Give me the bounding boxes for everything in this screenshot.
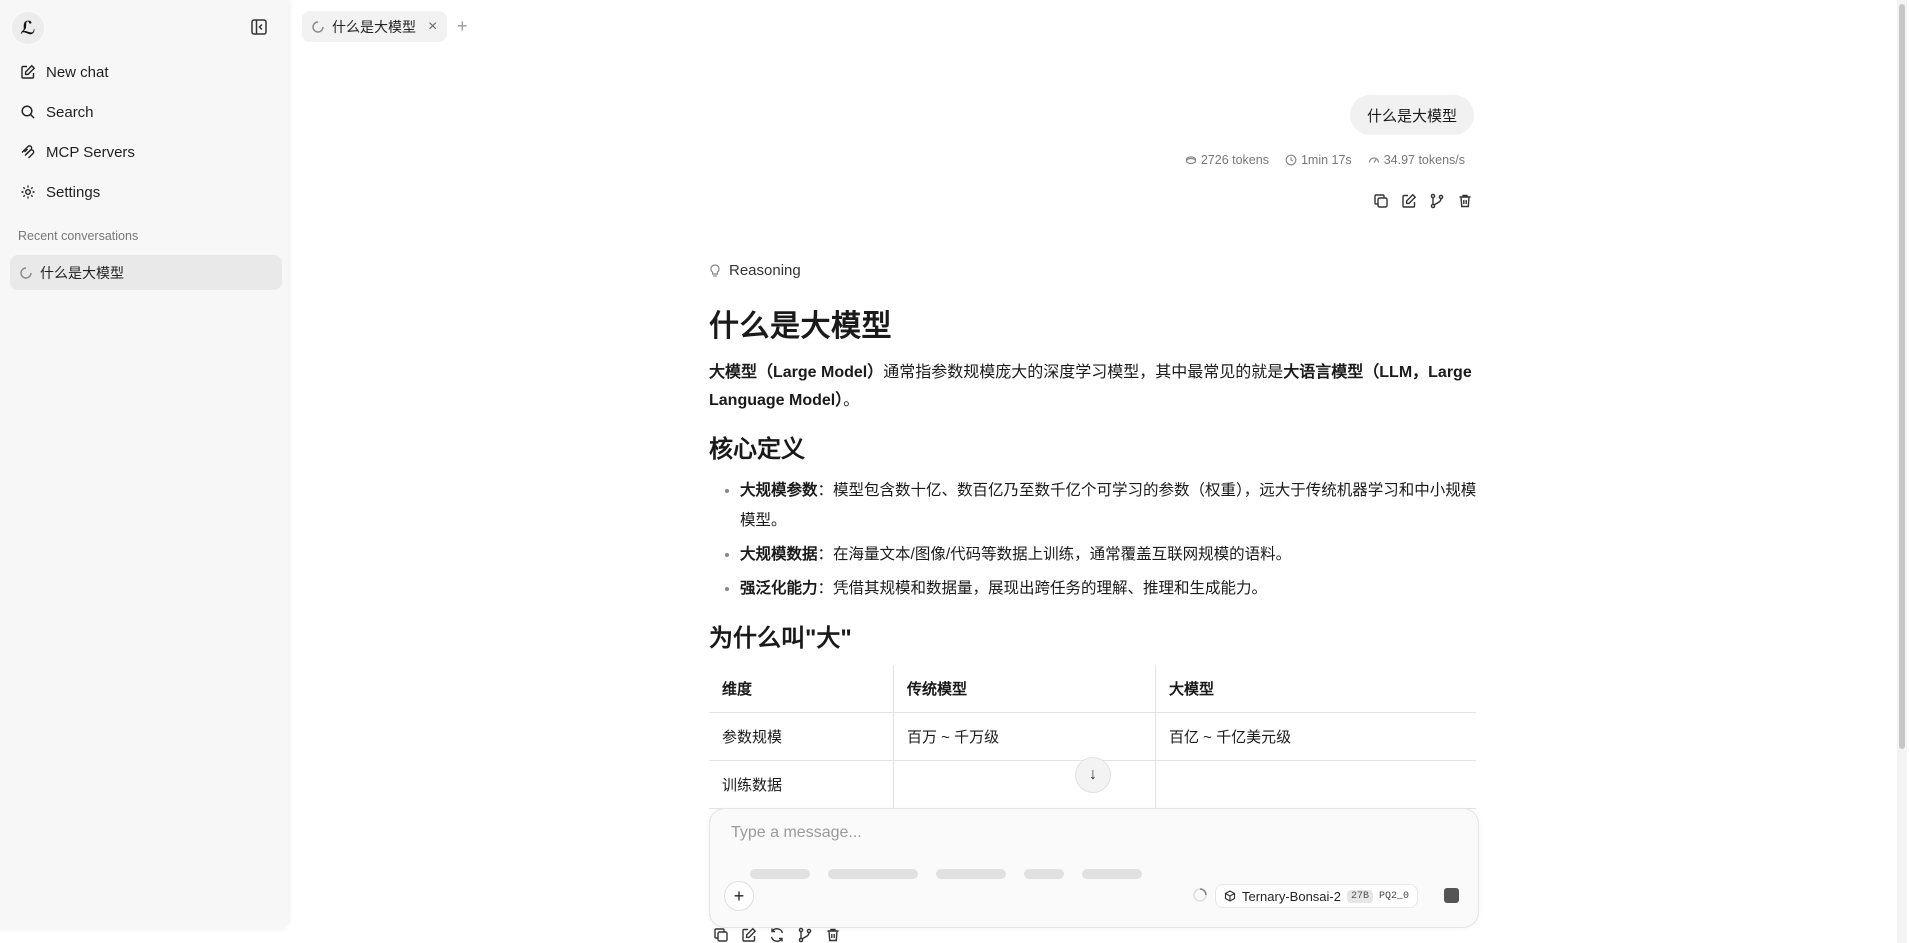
list-item-desc: ：模型包含数十亿、数百亿乃至数千亿个可学习的参数（权重），远大于传统机器学习和中… <box>740 482 1477 529</box>
intro-text-1: 通常指参数规模庞大的深度学习模型，其中最常见的就是 <box>883 364 1284 381</box>
list-item: 大规模数据：在海量文本/图像/代码等数据上训练，通常覆盖互联网规模的语料。 <box>740 540 1479 570</box>
generation-stats: 2726 tokens 1min 17s 34.97 tokens/s <box>1185 153 1465 167</box>
list-item-term: 强泛化能力 <box>740 580 818 597</box>
trash-icon[interactable] <box>1457 193 1473 209</box>
clock-icon <box>1285 154 1297 166</box>
collapse-sidebar-icon[interactable] <box>250 18 270 38</box>
table-header-row: 维度 传统模型 大模型 <box>709 665 1476 713</box>
assistant-message: Reasoning 什么是大模型 大模型（Large Model）通常指参数规模… <box>709 262 1479 809</box>
heading-core-definition: 核心定义 <box>709 436 805 463</box>
branch-icon[interactable] <box>1429 193 1445 209</box>
plus-icon: + <box>733 885 745 906</box>
heading-why-large: 为什么叫"大" <box>709 625 852 652</box>
duration: 1min 17s <box>1285 153 1352 167</box>
recent-conversations-heading: Recent conversations <box>18 229 139 243</box>
message-composer: + Ternary-Bonsai-2 27B PQ2_0 <box>709 808 1479 928</box>
message-input[interactable] <box>729 823 1433 843</box>
settings-label: Settings <box>46 183 101 201</box>
token-count: 2726 tokens <box>1185 153 1269 167</box>
stop-generation-button[interactable] <box>1444 888 1459 903</box>
conversation-label: 什么是大模型 <box>40 264 124 281</box>
mcp-icon <box>21 145 35 159</box>
user-message-actions <box>1373 193 1473 209</box>
settings-button[interactable]: Settings <box>10 174 280 210</box>
copy-icon[interactable] <box>1373 193 1389 209</box>
tab-conversation[interactable]: 什么是大模型 × <box>302 11 448 42</box>
blurred-background-text <box>750 869 1170 883</box>
speed: 34.97 tokens/s <box>1368 153 1465 167</box>
list-item: 强泛化能力：凭借其规模和数据量，展现出跨任务的理解、推理和生成能力。 <box>740 574 1479 604</box>
loading-spinner-icon <box>312 20 324 33</box>
table-header-cell: 维度 <box>709 665 894 713</box>
copy-icon[interactable] <box>713 927 729 943</box>
mcp-servers-button[interactable]: MCP Servers <box>10 134 280 170</box>
speed-text: 34.97 tokens/s <box>1383 153 1465 167</box>
tab-label: 什么是大模型 <box>332 18 416 35</box>
tokens-icon <box>1185 156 1196 165</box>
new-tab-button[interactable]: + <box>457 16 468 37</box>
branch-icon[interactable] <box>797 927 813 943</box>
arrow-down-icon: ↓ <box>1089 766 1097 783</box>
table-header-cell: 传统模型 <box>893 665 1156 713</box>
user-message-bubble: 什么是大模型 <box>1350 95 1475 135</box>
gauge-icon <box>1368 157 1379 163</box>
table-cell: 训练数据 <box>709 760 894 809</box>
table-cell: 参数规模 <box>709 712 894 761</box>
table-cell: 百亿 ~ 千亿美元级 <box>1155 712 1476 761</box>
loading-spinner-icon <box>20 266 32 279</box>
intro-text-2: 。 <box>843 392 860 409</box>
list-item-term: 大规模参数 <box>740 482 818 499</box>
duration-text: 1min 17s <box>1300 153 1352 167</box>
table-header-cell: 大模型 <box>1155 665 1476 713</box>
sidebar: ℒ New chat Search MCP Servers Settings R… <box>0 0 289 930</box>
assistant-message-actions <box>713 927 841 943</box>
trash-icon[interactable] <box>825 927 841 943</box>
edit-icon[interactable] <box>1401 193 1417 209</box>
regenerate-icon[interactable] <box>769 927 785 943</box>
attach-button[interactable]: + <box>724 881 754 911</box>
edit-icon[interactable] <box>741 927 757 943</box>
intro-bold-1: 大模型（Large Model） <box>709 364 884 381</box>
answer-intro: 大模型（Large Model）通常指参数规模庞大的深度学习模型，其中最常见的就… <box>709 359 1479 415</box>
list-item-term: 大规模数据 <box>740 546 818 563</box>
cube-icon <box>1224 890 1236 902</box>
new-chat-button[interactable]: New chat <box>10 54 280 90</box>
model-size-badge: 27B <box>1347 889 1374 903</box>
loading-spinner-icon <box>1193 888 1207 902</box>
search-button[interactable]: Search <box>10 94 280 130</box>
new-chat-label: New chat <box>46 63 109 81</box>
list-item-desc: ：凭借其规模和数据量，展现出跨任务的理解、推理和生成能力。 <box>817 580 1268 597</box>
scrollbar-thumb[interactable] <box>1899 4 1905 749</box>
model-selector[interactable]: Ternary-Bonsai-2 27B PQ2_0 <box>1215 884 1419 908</box>
mcp-servers-label: MCP Servers <box>46 143 135 161</box>
lightbulb-icon <box>710 263 720 277</box>
search-label: Search <box>46 103 94 121</box>
reasoning-toggle[interactable]: Reasoning <box>709 262 1479 279</box>
close-tab-icon[interactable]: × <box>428 18 437 36</box>
model-quant-label: PQ2_0 <box>1379 890 1410 902</box>
table-cell: 百万 ~ 千万级 <box>893 712 1156 761</box>
reasoning-label: Reasoning <box>729 262 801 279</box>
search-icon <box>21 105 35 119</box>
user-message-text: 什么是大模型 <box>1367 107 1458 125</box>
scroll-to-bottom-button[interactable]: ↓ <box>1075 757 1111 793</box>
answer-title: 什么是大模型 <box>709 310 892 343</box>
table-cell <box>1155 760 1476 809</box>
list-item: 大规模参数：模型包含数十亿、数百亿乃至数千亿个可学习的参数（权重），远大于传统机… <box>740 476 1479 536</box>
table-cell <box>893 760 1156 809</box>
core-definition-list: 大规模参数：模型包含数十亿、数百亿乃至数千亿个可学习的参数（权重），远大于传统机… <box>709 476 1479 604</box>
app-logo[interactable]: ℒ <box>12 12 44 44</box>
conversation-item[interactable]: 什么是大模型 <box>10 255 282 290</box>
model-name: Ternary-Bonsai-2 <box>1242 888 1341 904</box>
token-count-text: 2726 tokens <box>1200 153 1269 167</box>
edit-icon <box>21 64 36 79</box>
list-item-desc: ：在海量文本/图像/代码等数据上训练，通常覆盖互联网规模的语料。 <box>817 546 1292 563</box>
table-row: 参数规模 百万 ~ 千万级 百亿 ~ 千亿美元级 <box>709 712 1476 761</box>
gear-icon <box>21 185 35 199</box>
